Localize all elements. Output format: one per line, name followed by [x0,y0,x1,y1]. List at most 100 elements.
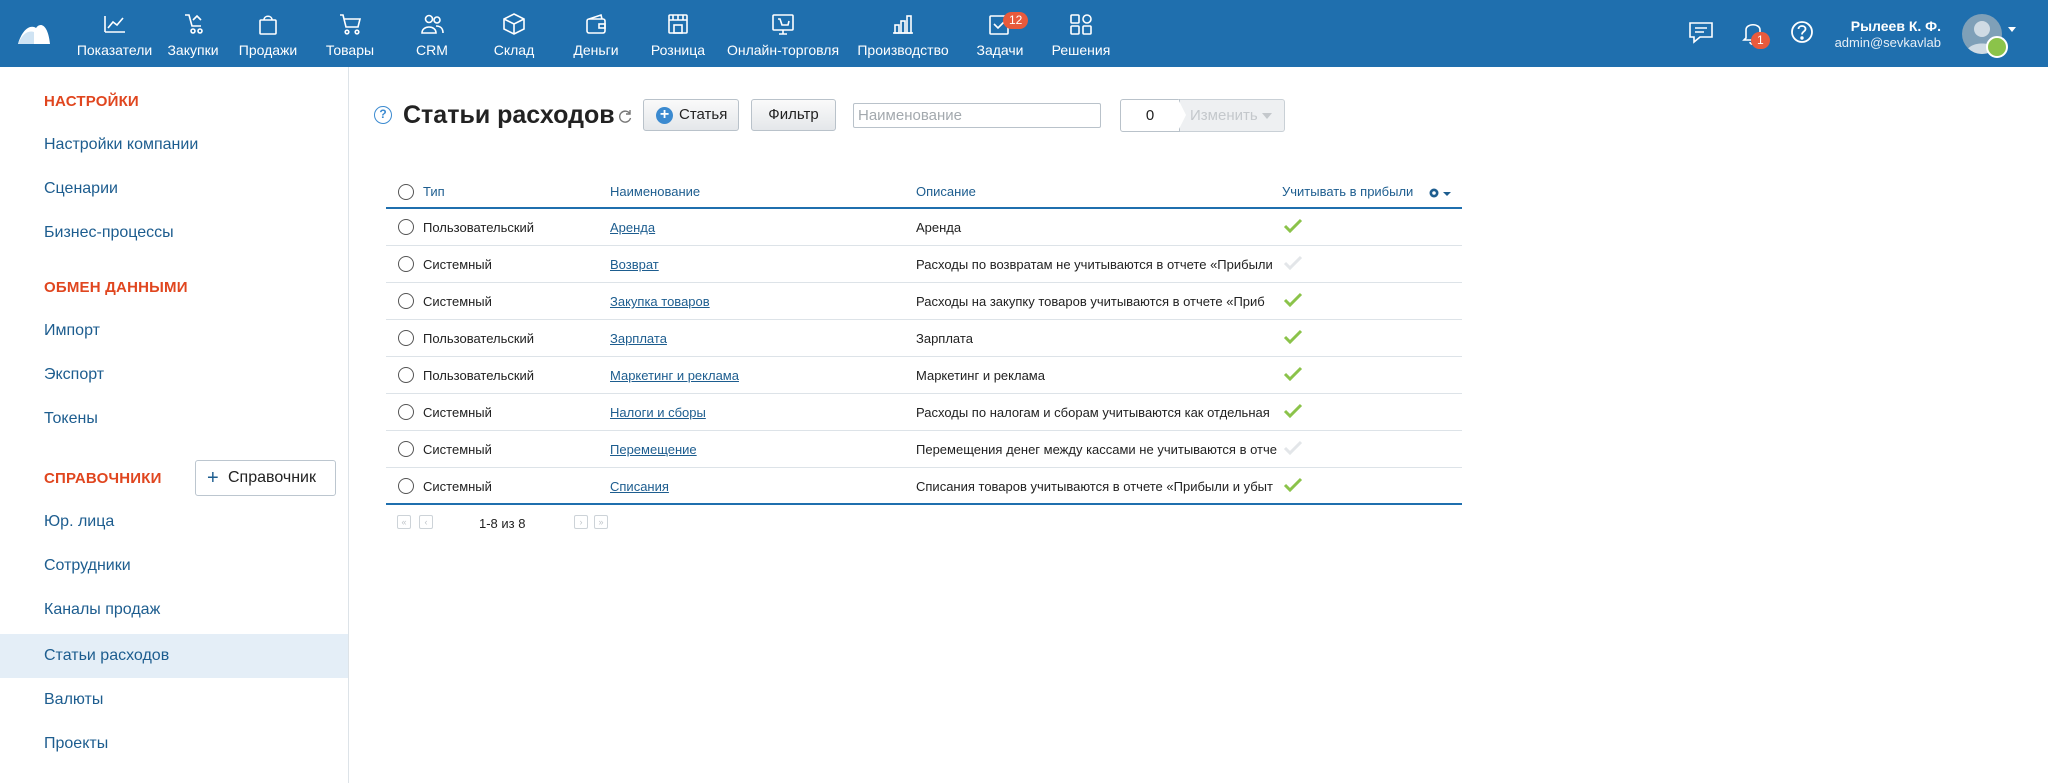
column-header-profit[interactable]: Учитывать в прибыли [1282,184,1413,199]
sidebar-item-employees[interactable]: Сотрудники [0,544,348,588]
nav-label: Решения [1051,42,1111,58]
nav-item-retail[interactable]: Розница [637,0,719,67]
change-label: Изменить [1190,107,1258,124]
user-name[interactable]: Рылеев К. Ф. [1851,18,1941,34]
sidebar-item-expense-items[interactable]: Статьи расходов [0,634,348,678]
sidebar-item-sales-channels[interactable]: Каналы продаж [0,588,348,632]
avatar-status-icon [1986,36,2008,58]
table-header: Тип Наименование Описание Учитывать в пр… [386,175,1462,209]
sidebar-item-legal-entities[interactable]: Юр. лица [0,500,348,544]
nav-item-indicators[interactable]: Показатели [70,0,159,67]
sidebar-item-currencies[interactable]: Валюты [0,678,348,722]
settings-sidebar: НАСТРОЙКИ Настройки компании Сценарии Би… [0,67,349,783]
expense-items-table: Тип Наименование Описание Учитывать в пр… [386,175,1462,505]
column-header-type[interactable]: Тип [423,184,445,199]
nav-item-crm[interactable]: CRM [391,0,473,67]
table-row: Пользовательский Маркетинг и реклама Марке… [386,357,1462,394]
checkmark-icon [1283,440,1303,456]
logo-icon[interactable] [16,18,52,48]
expense-item-link[interactable]: Списания [610,479,669,494]
sidebar-item-scenarios[interactable]: Сценарии [0,167,348,211]
nav-label: Задачи [976,42,1024,58]
pagination-info: 1-8 из 8 [479,516,526,531]
cell-name: Маркетинг и реклама [610,368,900,383]
row-checkbox[interactable] [398,478,414,494]
help-icon[interactable]: ? [374,106,392,124]
nav-item-money[interactable]: Деньги [555,0,637,67]
sidebar-item-export[interactable]: Экспорт [0,353,348,397]
sidebar-item-import[interactable]: Импорт [0,309,348,353]
cell-description: Расходы по возвратам не учитываются в от… [916,257,1273,272]
row-checkbox[interactable] [398,441,414,457]
nav-item-production[interactable]: Производство [847,0,959,67]
nav-item-solutions[interactable]: Решения [1041,0,1121,67]
top-navigation-bar: Показатели Закупки Продажи Товары CRM Ск… [0,0,2048,67]
cell-name: Аренда [610,220,900,235]
sidebar-section-title: ОБМЕН ДАННЫМИ [44,279,188,296]
add-directory-button[interactable]: + Справочник [195,460,336,496]
column-header-description[interactable]: Описание [916,184,976,199]
row-checkbox[interactable] [398,330,414,346]
prev-page-button[interactable]: ‹ [419,515,433,529]
cart-icon [340,14,362,35]
next-page-button[interactable]: › [574,515,588,529]
select-all-checkbox[interactable] [398,184,414,200]
nav-label: CRM [416,42,448,58]
checkmark-icon [1283,218,1303,234]
expense-item-link[interactable]: Перемещение [610,442,697,457]
nav-item-tasks[interactable]: Задачи 12 [959,0,1041,67]
search-input[interactable] [853,103,1101,128]
change-dropdown-button[interactable]: Изменить [1180,99,1285,132]
table-body: Пользовательский Аренда Аренда Системный Воз… [386,209,1462,505]
gear-icon[interactable] [1428,187,1440,199]
expense-item-link[interactable]: Налоги и сборы [610,405,706,420]
cell-description: Зарплата [916,331,973,346]
expense-item-link[interactable]: Маркетинг и реклама [610,368,739,383]
row-checkbox[interactable] [398,293,414,309]
add-directory-label: Справочник [228,469,316,486]
table-row: Пользовательский Зарплата Зарплата [386,320,1462,357]
plus-circle-icon: + [656,107,673,124]
expense-item-link[interactable]: Закупка товаров [610,294,710,309]
cell-name: Налоги и сборы [610,405,900,420]
chevron-down-icon[interactable] [1443,192,1451,196]
sidebar-item-tokens[interactable]: Токены [0,397,348,441]
row-checkbox[interactable] [398,219,414,235]
user-email[interactable]: admin@sevkavlab [1835,35,1941,50]
row-checkbox[interactable] [398,367,414,383]
table-row: Системный Перемещение Перемещения денег ме… [386,431,1462,468]
row-checkbox[interactable] [398,404,414,420]
first-page-button[interactable]: « [397,515,411,529]
chat-icon[interactable] [1686,17,1716,47]
main-nav: Показатели Закупки Продажи Товары CRM Ск… [70,0,1121,67]
nav-item-products[interactable]: Товары [309,0,391,67]
expense-item-link[interactable]: Возврат [610,257,659,272]
help-icon[interactable] [1787,17,1817,47]
last-page-button[interactable]: » [594,515,608,529]
cell-type: Системный [423,479,492,494]
filter-button[interactable]: Фильтр [751,99,836,131]
column-header-name[interactable]: Наименование [610,184,700,199]
expense-item-link[interactable]: Аренда [610,220,655,235]
nav-item-purchases[interactable]: Закупки [159,0,227,67]
cell-name: Перемещение [610,442,900,457]
nav-item-warehouse[interactable]: Склад [473,0,555,67]
sidebar-item-company-settings[interactable]: Настройки компании [0,123,348,167]
shopping-bag-icon [259,15,277,35]
nav-item-sales[interactable]: Продажи [227,0,309,67]
add-expense-item-button[interactable]: + Статья [643,99,739,131]
refresh-icon[interactable] [617,108,633,124]
expense-item-link[interactable]: Зарплата [610,331,667,346]
sidebar-section-title: НАСТРОЙКИ [44,93,139,110]
sidebar-item-business-processes[interactable]: Бизнес-процессы [0,211,348,255]
store-icon [668,14,688,34]
table-row: Системный Налоги и сборы Расходы по налога… [386,394,1462,431]
purchases-icon [185,14,203,34]
nav-label: Продажи [238,42,298,58]
user-menu-caret-icon[interactable] [2008,27,2016,32]
checkmark-icon [1283,292,1303,308]
row-checkbox[interactable] [398,256,414,272]
checkmark-icon [1283,477,1303,493]
nav-item-online-trade[interactable]: Онлайн-торговля [719,0,847,67]
sidebar-item-projects[interactable]: Проекты [0,722,348,766]
